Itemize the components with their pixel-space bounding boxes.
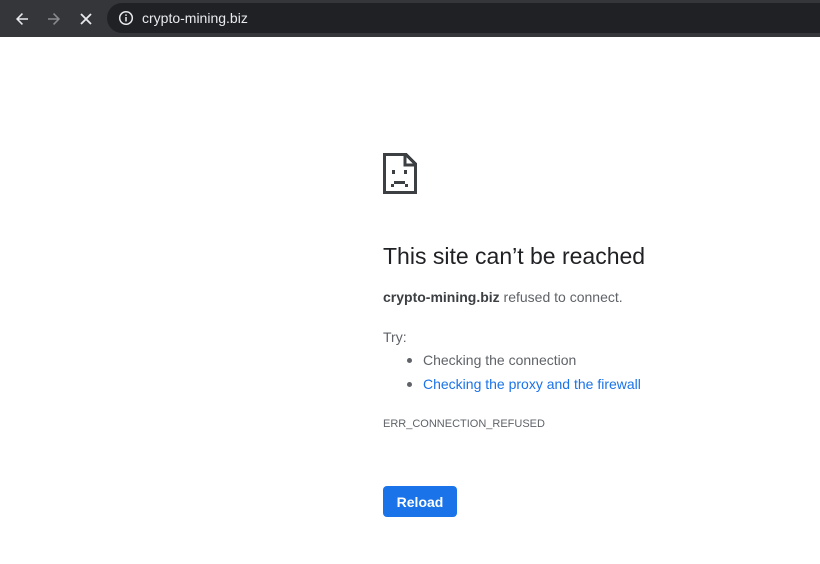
- forward-arrow-icon: [48, 13, 60, 25]
- close-icon: [80, 13, 92, 25]
- address-bar[interactable]: crypto-mining.biz: [107, 3, 820, 33]
- forward-button[interactable]: [40, 5, 68, 33]
- error-host: crypto-mining.biz: [383, 289, 500, 305]
- error-summary: crypto-mining.biz refused to connect.: [383, 288, 623, 306]
- suggestion-check-connection: Checking the connection: [405, 351, 641, 375]
- reload-button[interactable]: Reload: [383, 486, 457, 517]
- info-icon[interactable]: [118, 10, 134, 26]
- error-code: ERR_CONNECTION_REFUSED: [383, 418, 545, 430]
- suggestion-check-proxy-link[interactable]: Checking the proxy and the firewall: [405, 375, 641, 399]
- suggestion-list: Checking the connection Checking the pro…: [405, 351, 641, 399]
- back-arrow-icon: [16, 13, 28, 25]
- error-summary-text: refused to connect.: [499, 289, 623, 305]
- browser-toolbar: crypto-mining.biz: [0, 0, 820, 37]
- url-text[interactable]: crypto-mining.biz: [142, 9, 248, 27]
- sad-page-icon: [383, 153, 417, 194]
- try-label: Try:: [383, 329, 407, 345]
- stop-loading-button[interactable]: [72, 5, 100, 33]
- error-title: This site can’t be reached: [383, 243, 646, 269]
- back-button[interactable]: [8, 5, 36, 33]
